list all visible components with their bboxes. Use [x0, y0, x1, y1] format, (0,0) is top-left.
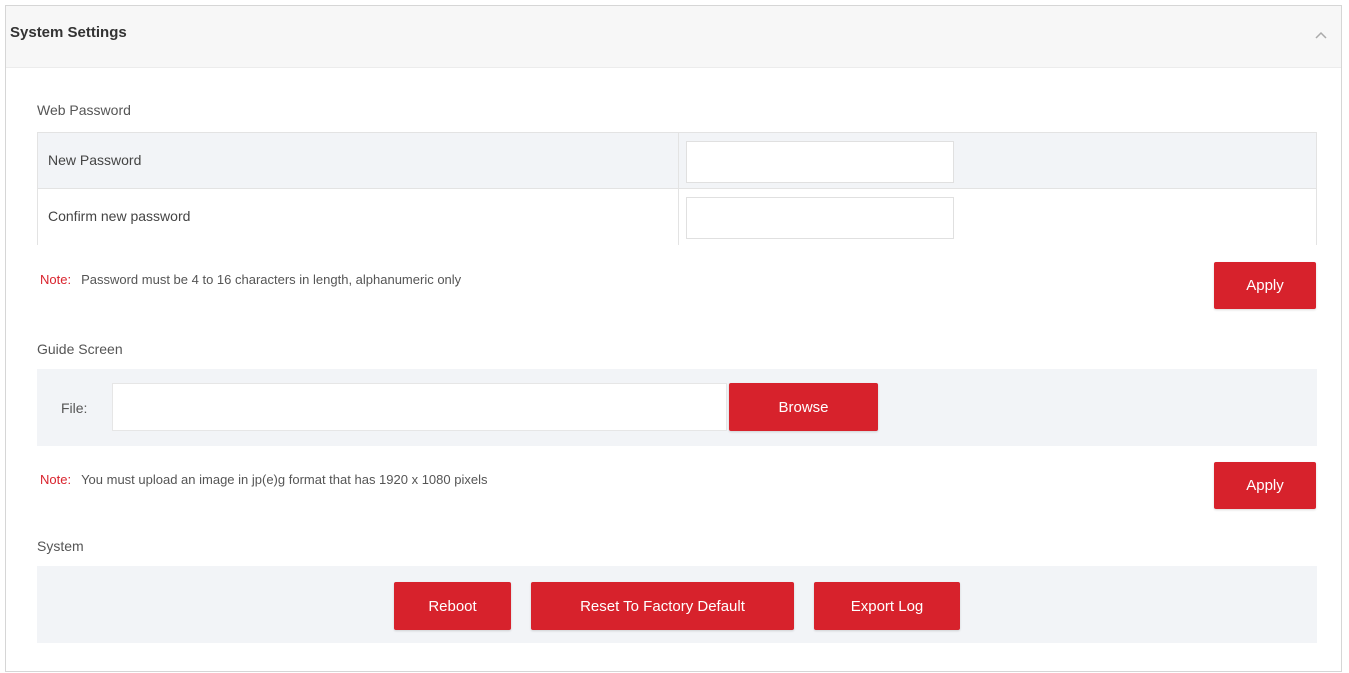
reboot-button[interactable]: Reboot	[394, 582, 511, 630]
file-label: File:	[61, 400, 88, 416]
confirm-password-label: Confirm new password	[48, 208, 191, 224]
web-password-section-title: Web Password	[37, 102, 131, 118]
confirm-password-input[interactable]	[686, 197, 954, 239]
password-table: New Password Confirm new password	[37, 132, 1317, 245]
reset-factory-default-button[interactable]: Reset To Factory Default	[531, 582, 794, 630]
password-note-text: Password must be 4 to 16 characters in l…	[81, 272, 462, 287]
chevron-up-icon[interactable]	[1315, 30, 1327, 40]
row-divider	[678, 189, 679, 245]
guide-screen-note: Note: You must upload an image in jp(e)g …	[40, 472, 487, 487]
note-label: Note:	[40, 272, 72, 287]
export-log-button[interactable]: Export Log	[814, 582, 960, 630]
guide-screen-section-title: Guide Screen	[37, 341, 123, 357]
browse-button[interactable]: Browse	[729, 383, 878, 431]
system-section-title: System	[37, 538, 84, 554]
file-upload-box: File: Browse	[37, 369, 1317, 446]
new-password-row: New Password	[38, 133, 1316, 189]
new-password-input[interactable]	[686, 141, 954, 183]
guide-screen-note-text: You must upload an image in jp(e)g forma…	[81, 472, 488, 487]
password-apply-button[interactable]: Apply	[1214, 262, 1316, 309]
confirm-password-row: Confirm new password	[38, 189, 1316, 245]
guide-screen-apply-button[interactable]: Apply	[1214, 462, 1316, 509]
system-actions-box: Reboot Reset To Factory Default Export L…	[37, 566, 1317, 643]
system-settings-panel: System Settings Web Password New Passwor…	[5, 5, 1342, 672]
row-divider	[678, 133, 679, 188]
password-note: Note: Password must be 4 to 16 characters…	[40, 272, 461, 287]
file-path-field[interactable]	[112, 383, 727, 431]
panel-header[interactable]: System Settings	[6, 6, 1341, 68]
new-password-label: New Password	[48, 152, 142, 168]
panel-title: System Settings	[10, 24, 127, 41]
note-label: Note:	[40, 472, 72, 487]
